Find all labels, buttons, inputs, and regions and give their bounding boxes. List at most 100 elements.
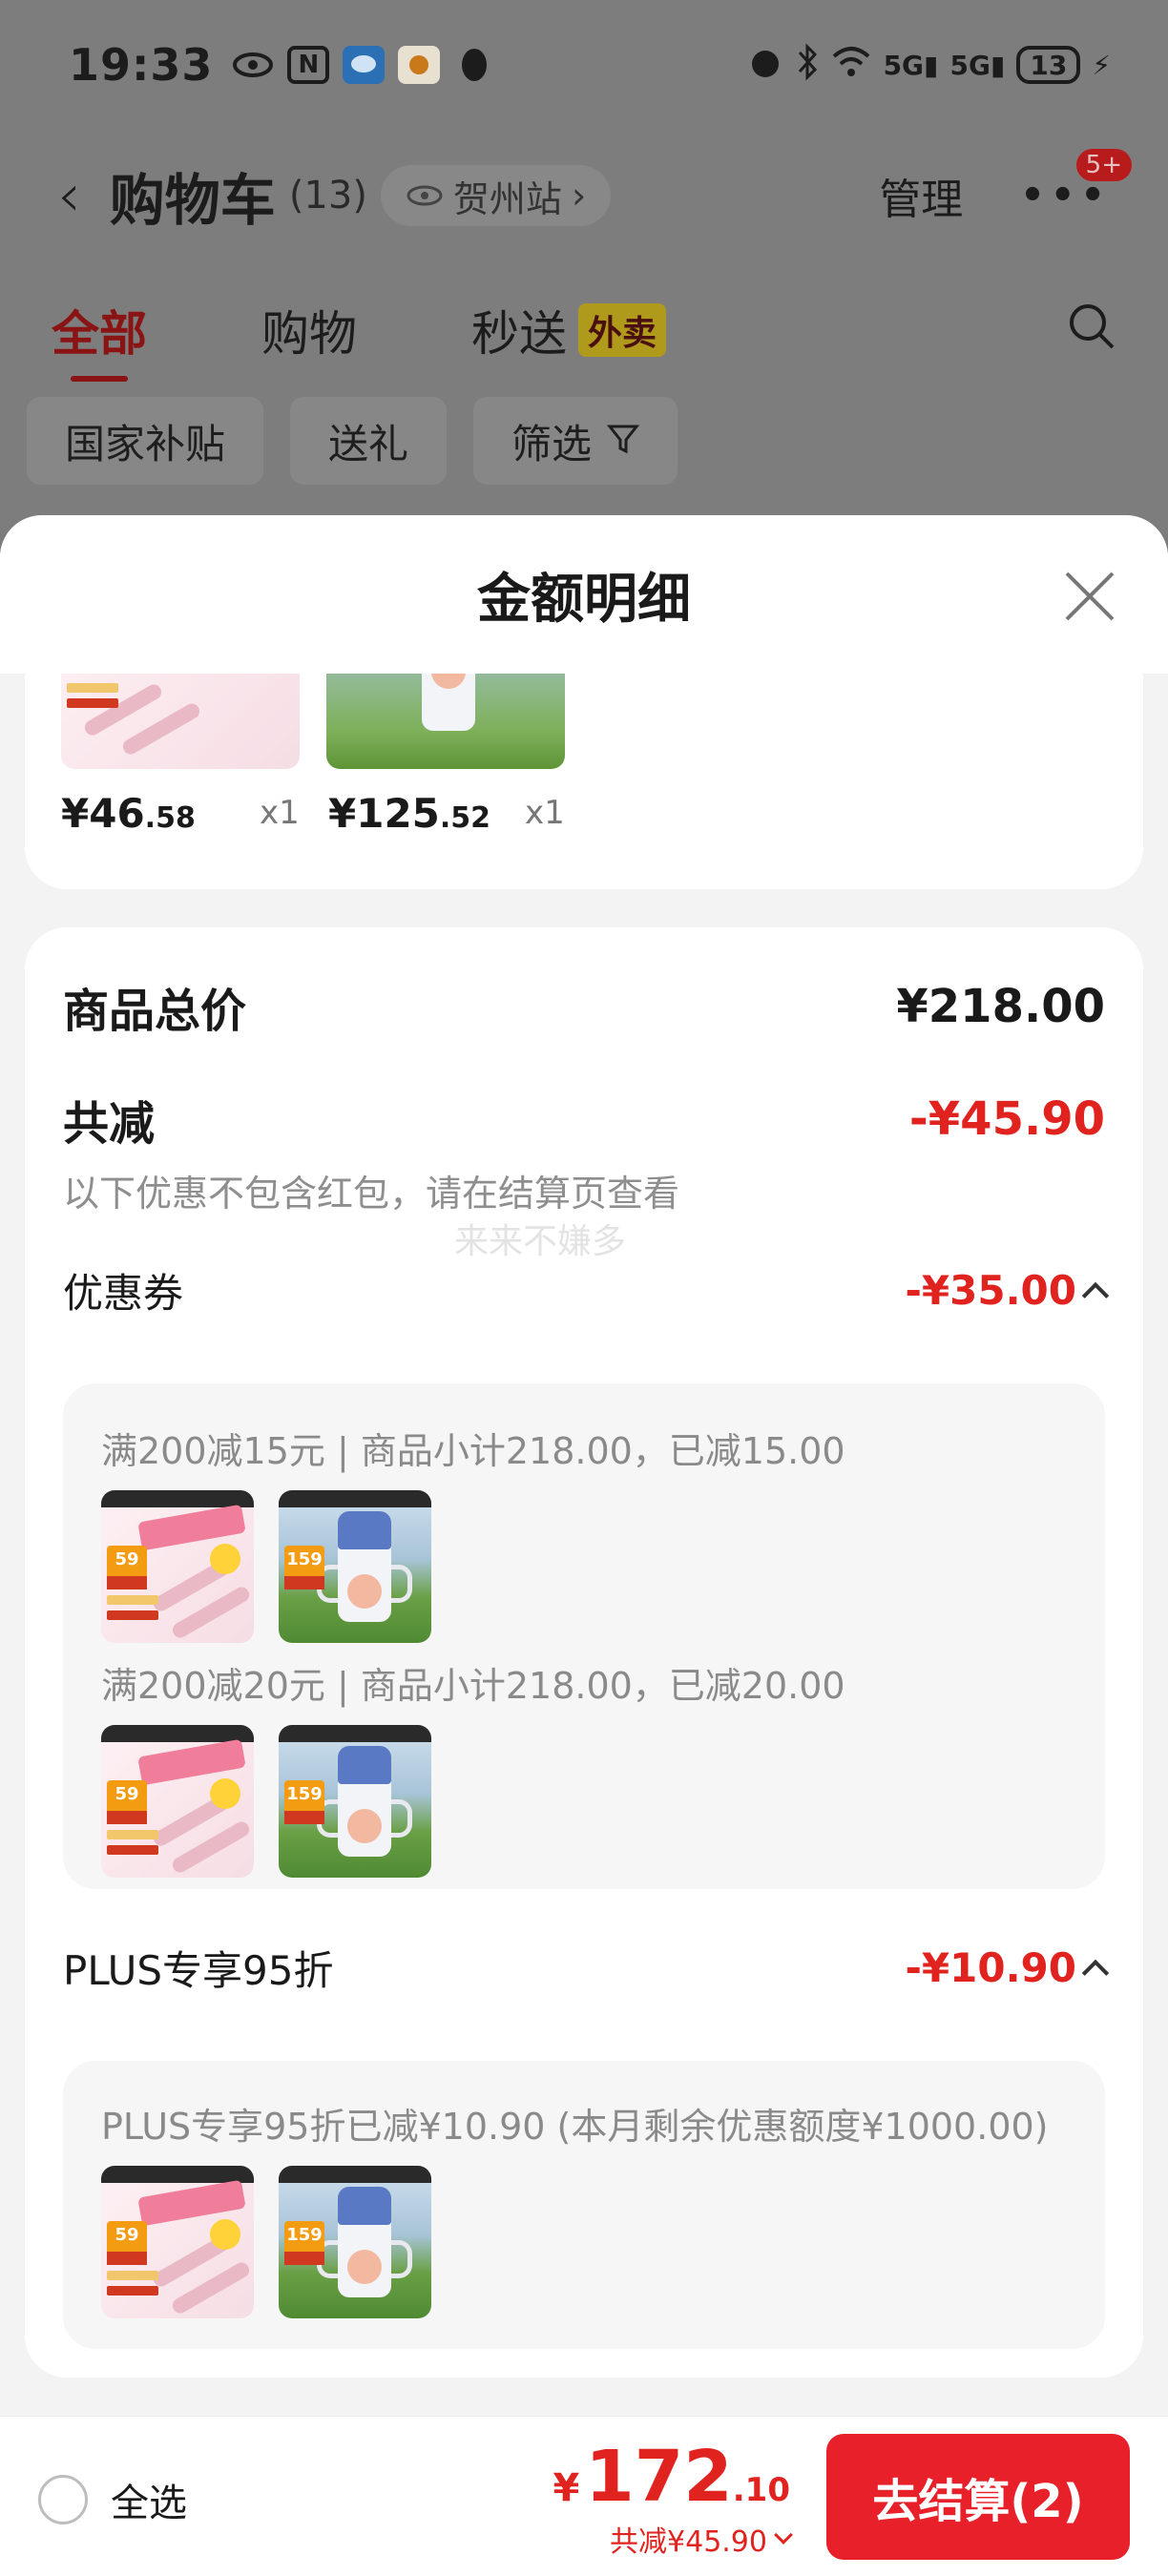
- cart-tabs: 全部 购物 秒送 外卖: [52, 292, 1116, 382]
- chip-label: 国家补贴: [65, 420, 226, 467]
- coupon-product-thumbs: 59 159: [101, 1490, 431, 1643]
- product-image-cutlery[interactable]: [61, 674, 300, 769]
- reduction-summary-text: 共减¥45.90: [610, 2525, 767, 2559]
- cart-count: (13): [288, 174, 367, 218]
- coupon-detail-line: 满200减20元 | 商品小计218.00，已减20.00: [101, 1665, 845, 1707]
- coupon-row[interactable]: 优惠券 -¥35.00: [63, 1261, 1110, 1319]
- watermark-text: 来来不嫌多: [454, 1222, 627, 1261]
- checkout-bar: 全选 ¥ 172 .10 共减¥45.90 去结算(2): [0, 2416, 1168, 2576]
- battery-icon: 13: [1016, 46, 1081, 84]
- item-price: ¥125 .52: [328, 790, 490, 837]
- total-reduction-value: -¥45.90: [908, 1092, 1105, 1146]
- select-all-label: 全选: [111, 2482, 187, 2525]
- price-breakdown-card: 商品总价 ¥218.00 共减 -¥45.90 以下优惠不包含红包，请在结算页查…: [25, 927, 1143, 2378]
- sheet-header: 金额明细: [0, 515, 1168, 674]
- plus-discount-label: PLUS专享95折: [63, 1947, 334, 1994]
- item-price-int: ¥46: [61, 790, 145, 837]
- message-icon: [343, 46, 386, 84]
- price-tag: 59: [107, 1780, 147, 1824]
- plus-discount-value: -¥10.90: [905, 1944, 1110, 1991]
- coupon-product-thumbs: 59 159: [101, 1725, 431, 1878]
- alarm-icon: [746, 43, 784, 88]
- chevron-down-icon: [774, 2525, 793, 2545]
- item-price-int: ¥125: [328, 790, 440, 837]
- plus-product-thumbs: 59 159: [101, 2166, 431, 2318]
- coupon-detail-box: 满200减15元 | 商品小计218.00，已减15.00 59 159 满20…: [63, 1383, 1105, 1889]
- chip-gift[interactable]: 送礼: [290, 397, 448, 485]
- price-tag: 159: [284, 1780, 324, 1824]
- chip-national-subsidy[interactable]: 国家补贴: [27, 397, 264, 485]
- product-thumb-cutlery: 59: [101, 1490, 254, 1643]
- tab-label: 购物: [261, 306, 357, 362]
- sheet-title: 金额明细: [477, 568, 691, 631]
- product-thumb-bottle: 159: [279, 2166, 431, 2318]
- tab-all[interactable]: 全部: [52, 296, 147, 382]
- currency-symbol: ¥: [553, 2466, 580, 2510]
- search-icon[interactable]: [1067, 301, 1116, 351]
- chip-label: 送礼: [328, 420, 409, 467]
- more-menu-button[interactable]: ••• 5+: [1020, 149, 1132, 218]
- network-label: 5G: [883, 49, 925, 81]
- product-thumb-bottle: 159: [279, 1725, 431, 1878]
- price-tag: 159: [284, 1546, 324, 1589]
- wifi-icon: [830, 45, 872, 86]
- checkout-button[interactable]: 去结算(2): [826, 2434, 1130, 2560]
- bluetooth-icon: [796, 42, 819, 88]
- location-label: 贺州站: [452, 177, 562, 220]
- nfc-icon: N: [287, 46, 330, 84]
- coupon-amount: -¥35.00: [905, 1267, 1076, 1314]
- reduction-summary[interactable]: 共减¥45.90: [553, 2518, 793, 2560]
- signal-5g-icon: 5G▮: [883, 49, 939, 81]
- price-tag: 159: [284, 2221, 324, 2265]
- chip-filter[interactable]: 筛选: [473, 397, 678, 485]
- tab-instant-delivery[interactable]: 秒送 外卖: [471, 296, 667, 364]
- amount-detail-sheet: 金额明细 ¥46 .58 x1 ¥125 .52 x1 商品总价 ¥218.00…: [0, 515, 1168, 2576]
- tab-label: 秒送: [471, 306, 567, 362]
- coupon-label: 优惠券: [63, 1270, 184, 1317]
- status-time: 19:33: [69, 39, 214, 91]
- total-dec: .10: [732, 2471, 790, 2509]
- tab-label: 全部: [52, 306, 147, 362]
- total-price-row: 商品总价 ¥218.00: [63, 973, 1105, 1040]
- tab-shopping[interactable]: 购物: [261, 296, 357, 364]
- back-icon[interactable]: ‹: [57, 166, 81, 225]
- product-thumb-cutlery: 59: [101, 2166, 254, 2318]
- total-price-label: 商品总价: [63, 985, 247, 1038]
- plus-detail-box: PLUS专享95折已减¥10.90 (本月剩余优惠额度¥1000.00) 59 …: [63, 2061, 1105, 2349]
- manage-button[interactable]: 管理: [879, 165, 963, 226]
- item-price-dec: .52: [439, 801, 491, 835]
- cart-page-background: 19:33 N 5G▮ 5G▮ 13 ⚡ ‹ 购物车 (13) 贺州站 › 管理…: [0, 0, 1168, 534]
- app-notification-icon: [398, 46, 441, 84]
- page-title: 购物车: [109, 168, 276, 233]
- select-all-toggle[interactable]: 全选: [38, 2472, 187, 2527]
- plus-discount-row[interactable]: PLUS专享95折 -¥10.90: [63, 1939, 1110, 1997]
- battery-level: 13: [1030, 49, 1068, 81]
- takeout-badge: 外卖: [578, 303, 667, 357]
- penguin-icon: [453, 46, 495, 84]
- product-image-bottle[interactable]: [326, 674, 565, 769]
- product-thumb-cutlery: 59: [101, 1725, 254, 1878]
- plus-detail-line: PLUS专享95折已减¥10.90 (本月剩余优惠额度¥1000.00): [101, 2106, 1049, 2148]
- item-quantity: x1: [260, 794, 300, 832]
- location-selector[interactable]: 贺州站 ›: [380, 165, 612, 226]
- total-price-value: ¥218.00: [896, 980, 1105, 1033]
- navigation-bar: ‹ 购物车 (13) 贺州站 › 管理 ••• 5+: [57, 149, 1132, 239]
- chip-label: 筛选: [511, 420, 593, 467]
- price-tag: 59: [107, 2221, 147, 2265]
- total-reduction-label: 共减: [63, 1097, 156, 1151]
- system-icons: 5G▮ 5G▮ 13 ⚡: [746, 42, 1111, 88]
- order-total: ¥ 172 .10 共减¥45.90: [553, 2436, 793, 2560]
- product-thumb-bottle: 159: [279, 1490, 431, 1643]
- filter-icon: [606, 418, 640, 465]
- message-badge: 5+: [1075, 149, 1132, 181]
- item-price: ¥46 .58: [61, 790, 196, 837]
- network-label-2: 5G: [949, 49, 991, 81]
- coupon-value: -¥35.00: [905, 1267, 1110, 1314]
- close-icon[interactable]: [1061, 568, 1118, 625]
- total-int: 172: [585, 2436, 733, 2518]
- item-quantity: x1: [525, 794, 565, 832]
- notification-icons: N: [232, 46, 495, 84]
- select-all-radio[interactable]: [38, 2475, 88, 2524]
- product-list-card: ¥46 .58 x1 ¥125 .52 x1: [25, 674, 1143, 889]
- item-price-dec: .58: [144, 801, 196, 835]
